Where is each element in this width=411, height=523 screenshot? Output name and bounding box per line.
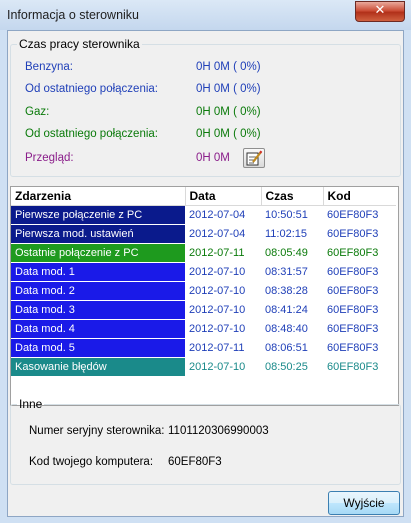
date-cell: 2012-07-04 xyxy=(185,224,261,244)
code-cell: 60EF80F3 xyxy=(323,319,396,339)
column-header-date[interactable]: Data xyxy=(185,187,262,206)
time-cell: 10:50:51 xyxy=(261,205,323,225)
table-row[interactable]: Pierwsze połączenie z PC 2012-07-04 10:50:… xyxy=(11,205,396,225)
gaz-value: 0H 0M ( 0%) xyxy=(196,106,261,118)
computer-code-label: Kod twojego komputera: xyxy=(29,456,154,468)
column-header-time[interactable]: Czas xyxy=(261,187,324,206)
notepad-pencil-icon xyxy=(246,150,263,166)
computer-code-value: 60EF80F3 xyxy=(168,456,222,468)
column-header-code[interactable]: Kod xyxy=(323,187,396,206)
event-cell: Data mod. 2 xyxy=(11,281,185,301)
gaz-label: Gaz: xyxy=(25,106,50,118)
event-cell: Data mod. 5 xyxy=(11,338,185,358)
events-header-row: Zdarzenia Data Czas Kod xyxy=(11,187,396,206)
table-row[interactable]: Data mod. 5 2012-07-11 08:06:51 60EF80F3 xyxy=(11,338,396,358)
gaz-since-label: Od ostatniego połączenia: xyxy=(25,128,158,140)
event-cell: Data mod. 1 xyxy=(11,262,185,282)
code-cell: 60EF80F3 xyxy=(323,262,396,282)
przeglad-value: 0H 0M xyxy=(196,152,230,164)
exit-button[interactable]: Wyjście xyxy=(328,491,400,515)
edit-service-button[interactable] xyxy=(243,148,265,168)
table-row[interactable]: Data mod. 4 2012-07-10 08:48:40 60EF80F3 xyxy=(11,319,396,339)
column-header-event[interactable]: Zdarzenia xyxy=(11,187,186,206)
table-row[interactable]: Data mod. 1 2012-07-10 08:31:57 60EF80F3 xyxy=(11,262,396,282)
title-bar: Informacja o sterowniku ✕ xyxy=(0,0,411,30)
time-cell: 08:06:51 xyxy=(261,338,323,358)
event-cell: Data mod. 4 xyxy=(11,319,185,339)
event-cell: Ostatnie połączenie z PC xyxy=(11,243,185,263)
events-table: Zdarzenia Data Czas Kod Pierwsze połącze… xyxy=(11,187,396,377)
time-cell: 08:05:49 xyxy=(261,243,323,263)
table-row[interactable]: Kasowanie błędów 2012-07-10 08:50:25 60EF80… xyxy=(11,357,396,377)
table-row[interactable]: Ostatnie połączenie z PC 2012-07-11 08:05:… xyxy=(11,243,396,263)
date-cell: 2012-07-04 xyxy=(185,205,261,225)
przeglad-label: Przegląd: xyxy=(25,152,74,164)
code-cell: 60EF80F3 xyxy=(323,281,396,301)
other-legend: Inne xyxy=(19,397,43,411)
time-cell: 08:31:57 xyxy=(261,262,323,282)
table-row[interactable]: Data mod. 3 2012-07-10 08:41:24 60EF80F3 xyxy=(11,300,396,320)
close-icon: ✕ xyxy=(374,3,386,18)
runtime-legend: Czas pracy sterownika xyxy=(19,37,140,51)
date-cell: 2012-07-10 xyxy=(185,262,261,282)
time-cell: 08:50:25 xyxy=(261,357,323,377)
date-cell: 2012-07-11 xyxy=(185,338,261,358)
close-button[interactable]: ✕ xyxy=(355,1,405,22)
table-row[interactable]: Data mod. 2 2012-07-10 08:38:28 60EF80F3 xyxy=(11,281,396,301)
time-cell: 08:41:24 xyxy=(261,300,323,320)
benzyna-since-label: Od ostatniego połączenia: xyxy=(25,83,158,95)
code-cell: 60EF80F3 xyxy=(323,300,396,320)
event-cell: Kasowanie błędów xyxy=(11,357,185,377)
serial-value: 1101120306990003 xyxy=(168,425,269,437)
code-cell: 60EF80F3 xyxy=(323,205,396,225)
window-client: Czas pracy sterownika Benzyna: 0H 0M ( 0… xyxy=(7,30,404,517)
event-cell: Data mod. 3 xyxy=(11,300,185,320)
gaz-since-value: 0H 0M ( 0%) xyxy=(196,128,261,140)
time-cell: 11:02:15 xyxy=(261,224,323,244)
benzyna-since-value: 0H 0M ( 0%) xyxy=(196,83,261,95)
event-cell: Pierwsze połączenie z PC xyxy=(11,205,185,225)
time-cell: 08:48:40 xyxy=(261,319,323,339)
code-cell: 60EF80F3 xyxy=(323,224,396,244)
serial-label: Numer seryjny sterownika: xyxy=(29,425,165,437)
benzyna-value: 0H 0M ( 0%) xyxy=(196,61,261,73)
date-cell: 2012-07-10 xyxy=(185,281,261,301)
date-cell: 2012-07-10 xyxy=(185,357,261,377)
code-cell: 60EF80F3 xyxy=(323,243,396,263)
window-title: Informacja o sterowniku xyxy=(7,8,140,22)
date-cell: 2012-07-10 xyxy=(185,300,261,320)
date-cell: 2012-07-11 xyxy=(185,243,261,263)
other-group: Inne xyxy=(10,397,401,485)
code-cell: 60EF80F3 xyxy=(323,357,396,377)
event-cell: Pierwsza mod. ustawień xyxy=(11,224,185,244)
table-row[interactable]: Pierwsza mod. ustawień 2012-07-04 11:02:15… xyxy=(11,224,396,244)
time-cell: 08:38:28 xyxy=(261,281,323,301)
code-cell: 60EF80F3 xyxy=(323,338,396,358)
date-cell: 2012-07-10 xyxy=(185,319,261,339)
benzyna-label: Benzyna: xyxy=(25,61,73,73)
